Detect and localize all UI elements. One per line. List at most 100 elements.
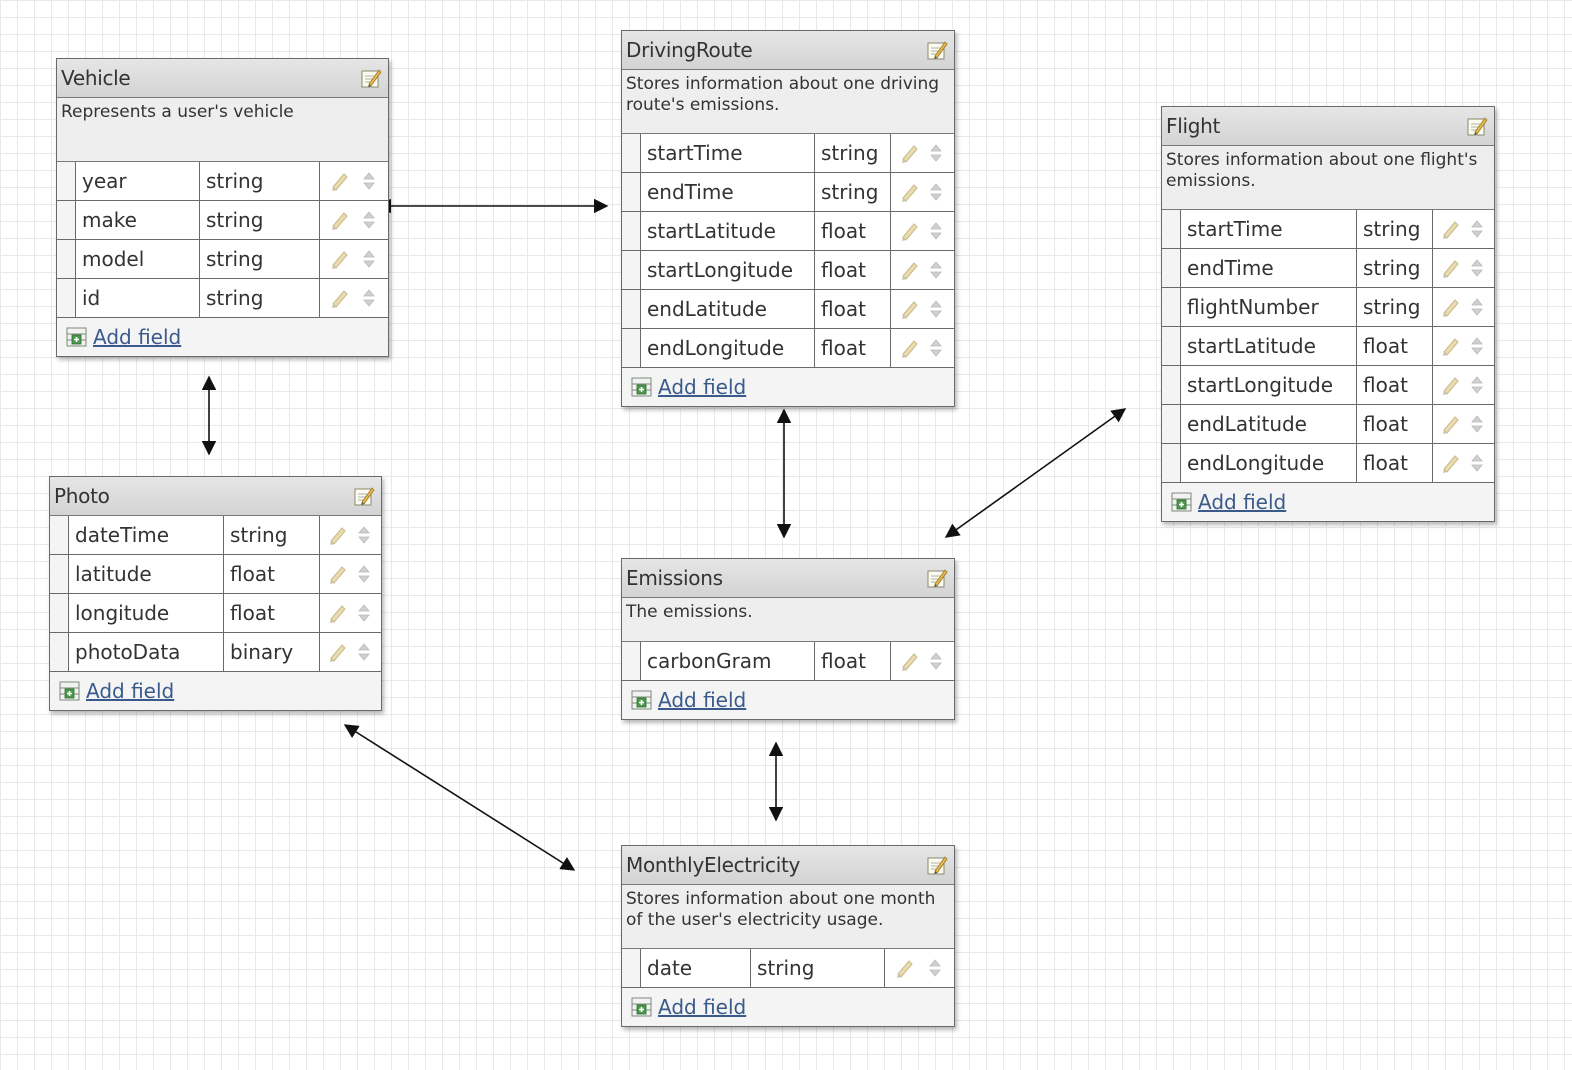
entity-drivingroute[interactable]: DrivingRoute Stores information about one…	[621, 30, 955, 407]
pencil-icon[interactable]	[899, 337, 919, 359]
sort-arrows-icon[interactable]	[359, 248, 379, 270]
add-field-icon[interactable]	[630, 689, 654, 711]
sort-arrows-icon[interactable]	[926, 298, 946, 320]
field-drag-handle[interactable]	[50, 516, 69, 554]
field-row[interactable]: startTime string	[1162, 210, 1494, 249]
add-field-link[interactable]: Add field	[658, 688, 746, 712]
sort-arrows-icon[interactable]	[354, 563, 374, 585]
field-drag-handle[interactable]	[622, 251, 641, 289]
pencil-icon[interactable]	[899, 220, 919, 242]
sort-arrows-icon[interactable]	[354, 524, 374, 546]
field-drag-handle[interactable]	[1162, 249, 1181, 287]
sort-arrows-icon[interactable]	[354, 641, 374, 663]
add-field-icon[interactable]	[65, 326, 89, 348]
field-drag-handle[interactable]	[1162, 327, 1181, 365]
field-drag-handle[interactable]	[1162, 366, 1181, 404]
field-row[interactable]: flightNumber string	[1162, 288, 1494, 327]
sort-arrows-icon[interactable]	[1467, 335, 1487, 357]
field-drag-handle[interactable]	[57, 162, 76, 200]
field-row[interactable]: startLatitude float	[1162, 327, 1494, 366]
field-row[interactable]: startLongitude float	[622, 251, 954, 290]
pencil-icon[interactable]	[327, 524, 347, 546]
field-row[interactable]: endTime string	[1162, 249, 1494, 288]
sort-arrows-icon[interactable]	[926, 650, 946, 672]
field-row[interactable]: model string	[57, 240, 388, 279]
field-row[interactable]: latitude float	[50, 555, 381, 594]
connector-flight-emissions[interactable]	[944, 408, 1127, 538]
sort-arrows-icon[interactable]	[926, 142, 946, 164]
field-drag-handle[interactable]	[622, 212, 641, 250]
add-field-row[interactable]: Add field	[622, 368, 954, 406]
pencil-icon[interactable]	[329, 287, 349, 309]
sort-arrows-icon[interactable]	[359, 170, 379, 192]
add-field-icon[interactable]	[58, 680, 82, 702]
sort-arrows-icon[interactable]	[1467, 374, 1487, 396]
field-drag-handle[interactable]	[1162, 405, 1181, 443]
field-drag-handle[interactable]	[57, 201, 76, 239]
pencil-icon[interactable]	[1440, 257, 1460, 279]
pencil-icon[interactable]	[899, 298, 919, 320]
sort-arrows-icon[interactable]	[354, 602, 374, 624]
field-drag-handle[interactable]	[622, 134, 641, 172]
field-row[interactable]: carbonGram float	[622, 642, 954, 681]
edit-entity-icon[interactable]	[926, 39, 948, 61]
add-field-icon[interactable]	[630, 996, 654, 1018]
field-row[interactable]: make string	[57, 201, 388, 240]
edit-entity-icon[interactable]	[353, 485, 375, 507]
sort-arrows-icon[interactable]	[926, 181, 946, 203]
field-row[interactable]: startLatitude float	[622, 212, 954, 251]
sort-arrows-icon[interactable]	[1467, 413, 1487, 435]
field-drag-handle[interactable]	[57, 240, 76, 278]
entity-flight[interactable]: Flight Stores information about one fligh…	[1161, 106, 1495, 522]
field-drag-handle[interactable]	[50, 555, 69, 593]
pencil-icon[interactable]	[1440, 335, 1460, 357]
entity-header[interactable]: MonthlyElectricity	[622, 846, 954, 885]
sort-arrows-icon[interactable]	[359, 287, 379, 309]
field-row[interactable]: photoData binary	[50, 633, 381, 672]
entity-monthlyelectricity[interactable]: MonthlyElectricity Stores information abo…	[621, 845, 955, 1027]
field-drag-handle[interactable]	[50, 633, 69, 671]
field-drag-handle[interactable]	[622, 642, 641, 680]
field-drag-handle[interactable]	[1162, 210, 1181, 248]
field-row[interactable]: endTime string	[622, 173, 954, 212]
sort-arrows-icon[interactable]	[359, 209, 379, 231]
field-row[interactable]: dateTime string	[50, 516, 381, 555]
field-row[interactable]: date string	[622, 949, 954, 988]
add-field-row[interactable]: Add field	[622, 681, 954, 719]
edit-entity-icon[interactable]	[360, 67, 382, 89]
entity-header[interactable]: Flight	[1162, 107, 1494, 146]
sort-arrows-icon[interactable]	[926, 220, 946, 242]
add-field-row[interactable]: Add field	[57, 318, 388, 356]
pencil-icon[interactable]	[327, 563, 347, 585]
edit-entity-icon[interactable]	[926, 567, 948, 589]
sort-arrows-icon[interactable]	[1467, 257, 1487, 279]
field-drag-handle[interactable]	[622, 949, 641, 987]
entity-header[interactable]: Photo	[50, 477, 381, 516]
pencil-icon[interactable]	[899, 181, 919, 203]
field-row[interactable]: year string	[57, 162, 388, 201]
field-row[interactable]: startLongitude float	[1162, 366, 1494, 405]
pencil-icon[interactable]	[1440, 296, 1460, 318]
entity-emissions[interactable]: Emissions The emissions. carbonGram float Ad…	[621, 558, 955, 720]
add-field-row[interactable]: Add field	[622, 988, 954, 1026]
entity-header[interactable]: Vehicle	[57, 59, 388, 98]
pencil-icon[interactable]	[1440, 413, 1460, 435]
pencil-icon[interactable]	[899, 259, 919, 281]
sort-arrows-icon[interactable]	[925, 957, 945, 979]
pencil-icon[interactable]	[329, 248, 349, 270]
add-field-link[interactable]: Add field	[1198, 490, 1286, 514]
field-row[interactable]: endLongitude float	[1162, 444, 1494, 483]
pencil-icon[interactable]	[894, 957, 914, 979]
add-field-link[interactable]: Add field	[658, 995, 746, 1019]
sort-arrows-icon[interactable]	[1467, 452, 1487, 474]
field-drag-handle[interactable]	[622, 290, 641, 328]
sort-arrows-icon[interactable]	[926, 259, 946, 281]
field-drag-handle[interactable]	[622, 329, 641, 367]
connector-photo-monthlyelectricity[interactable]	[343, 724, 576, 871]
add-field-row[interactable]: Add field	[1162, 483, 1494, 521]
add-field-icon[interactable]	[630, 376, 654, 398]
field-drag-handle[interactable]	[1162, 444, 1181, 482]
add-field-link[interactable]: Add field	[658, 375, 746, 399]
field-drag-handle[interactable]	[50, 594, 69, 632]
field-row[interactable]: endLongitude float	[622, 329, 954, 368]
